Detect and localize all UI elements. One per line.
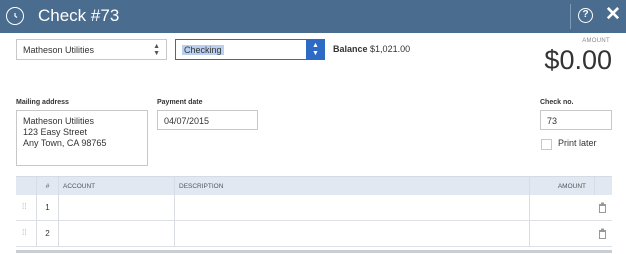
line-items-table: # ACCOUNT DESCRIPTION AMOUNT ⁞⁞ 1 ⁞⁞ 2 [16,176,612,247]
trash-icon[interactable] [598,228,607,239]
header-description: DESCRIPTION [174,177,529,195]
check-no-field[interactable]: 73 [540,110,612,130]
row-amount-cell[interactable] [529,195,594,220]
row-account-cell[interactable] [58,195,174,220]
payee-select[interactable]: Matheson Utilities ▲ ▼ [16,39,167,60]
header-number: # [36,177,58,195]
balance-display: Balance $1,021.00 [333,44,410,54]
drag-handle-icon[interactable]: ⁞⁞ [22,203,28,211]
check-no-label: Check no. [540,99,574,106]
title-bar: Check #73 ? ✕ [0,0,626,33]
print-later-label[interactable]: Print later [558,138,597,148]
balance-value: $1,021.00 [370,44,411,54]
payment-date-field[interactable]: 04/07/2015 [157,110,258,130]
table-row[interactable]: ⁞⁞ 1 [16,195,612,221]
mailing-address-field[interactable]: Matheson Utilities 123 Easy Street Any T… [16,110,148,166]
payment-date-value: 04/07/2015 [164,116,210,126]
table-row[interactable]: ⁞⁞ 2 [16,221,612,247]
bank-account-select[interactable]: Checking ▲ ▼ [175,39,325,60]
header-amount: AMOUNT [529,177,594,195]
payee-select-value: Matheson Utilities [23,45,95,55]
bank-account-select-value: Checking [182,45,224,55]
table-bottom-rule [16,250,612,253]
row-description-cell[interactable] [174,221,529,246]
window-title: Check #73 [38,6,120,25]
trash-icon[interactable] [598,202,607,213]
print-later-checkbox[interactable] [541,139,552,150]
row-description-cell[interactable] [174,195,529,220]
caret-updown-icon: ▲ ▼ [153,43,160,57]
row-number: 1 [36,195,58,220]
history-icon-glyph [14,13,18,18]
amount-label: AMOUNT [582,38,610,44]
help-icon[interactable]: ? [578,8,593,23]
address-line-3: Any Town, CA 98765 [23,138,107,148]
check-no-value: 73 [547,116,558,126]
header-actions [594,177,612,195]
payment-date-label: Payment date [157,99,203,106]
address-line-1: Matheson Utilities [23,116,95,126]
row-amount-cell[interactable] [529,221,594,246]
history-icon[interactable] [6,7,24,25]
table-header-row: # ACCOUNT DESCRIPTION AMOUNT [16,176,612,195]
mailing-address-label: Mailing address [16,99,69,106]
amount-total: $0.00 [544,45,612,75]
drag-handle-icon[interactable]: ⁞⁞ [22,229,28,237]
balance-label: Balance [333,44,368,54]
close-icon[interactable]: ✕ [605,5,621,25]
address-line-2: 123 Easy Street [23,127,88,137]
title-divider [570,4,571,29]
row-account-cell[interactable] [58,221,174,246]
caret-updown-icon[interactable]: ▲ ▼ [306,39,325,60]
header-account: ACCOUNT [58,177,174,195]
row-number: 2 [36,221,58,246]
